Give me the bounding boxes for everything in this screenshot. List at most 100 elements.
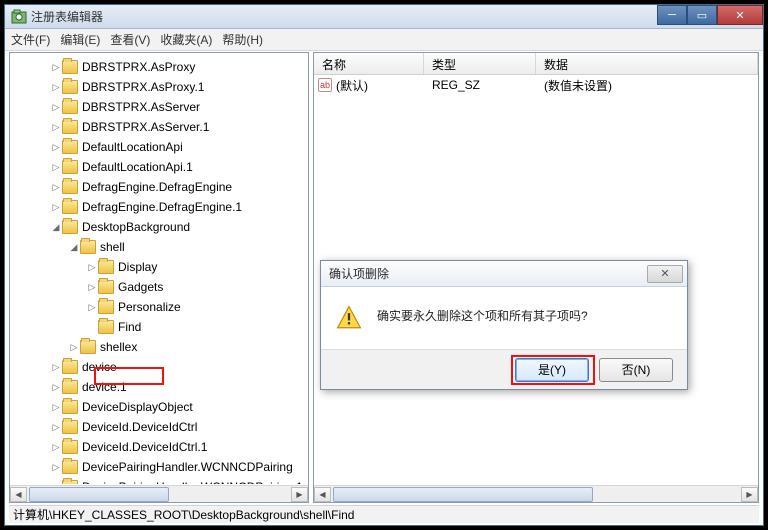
tree-item[interactable]: ◢ shell [10, 237, 308, 257]
expander-closed-icon[interactable]: ▷ [86, 303, 98, 312]
tree-item-label: Personalize [118, 300, 181, 314]
folder-icon [62, 380, 78, 394]
scroll-track[interactable] [27, 487, 291, 502]
folder-icon [62, 200, 78, 214]
menu-file[interactable]: 文件(F) [11, 31, 50, 48]
tree-item[interactable]: ▷ DBRSTPRX.AsServer [10, 97, 308, 117]
list-scrollbar-h[interactable]: ◀ ▶ [314, 485, 758, 502]
folder-icon [62, 180, 78, 194]
tree-item[interactable]: ▷ DefaultLocationApi.1 [10, 157, 308, 177]
folder-icon [62, 220, 78, 234]
list-row[interactable]: ab (默认) REG_SZ (数值未设置) [314, 75, 758, 95]
tree-item-label: DefragEngine.DefragEngine [82, 180, 232, 194]
tree-scrollbar-h[interactable]: ◀ ▶ [10, 485, 308, 502]
scroll-track[interactable] [331, 487, 741, 502]
scroll-right-button[interactable]: ▶ [741, 487, 758, 502]
tree-item[interactable]: ▷ DeviceDisplayObject [10, 397, 308, 417]
tree-item[interactable]: ▷DevicePairingHandler.WCNNCDPairing.1 [10, 477, 308, 484]
tree-item[interactable]: ▷ DefragEngine.DefragEngine [10, 177, 308, 197]
tree-item[interactable]: ▷shellex [10, 337, 308, 357]
menu-edit[interactable]: 编辑(E) [60, 31, 100, 48]
scroll-right-button[interactable]: ▶ [291, 487, 308, 502]
tree-item-label: Find [118, 320, 141, 334]
menu-help[interactable]: 帮助(H) [222, 31, 263, 48]
tree-item[interactable]: ▷DBRSTPRX.AsProxy [10, 57, 308, 77]
expander-closed-icon[interactable]: ▷ [50, 83, 62, 92]
expander-closed-icon[interactable]: ▷ [50, 423, 62, 432]
menu-view[interactable]: 查看(V) [110, 31, 150, 48]
expander-closed-icon[interactable]: ▷ [50, 203, 62, 212]
tree-item-label: DBRSTPRX.AsServer.1 [82, 120, 209, 134]
tree-pane: ▷DBRSTPRX.AsProxy▷DBRSTPRX.AsProxy.1▷DBR… [9, 52, 309, 503]
dialog-title: 确认项删除 [329, 265, 647, 282]
col-type[interactable]: 类型 [424, 53, 536, 74]
expander-closed-icon[interactable]: ▷ [86, 263, 98, 272]
expander-closed-icon[interactable]: ▷ [50, 163, 62, 172]
menu-favorites[interactable]: 收藏夹(A) [160, 31, 212, 48]
folder-icon [62, 400, 78, 414]
tree-item-label: DefragEngine.DefragEngine.1 [82, 200, 242, 214]
scroll-thumb[interactable] [29, 487, 169, 502]
expander-closed-icon[interactable]: ▷ [50, 103, 62, 112]
expander-closed-icon[interactable]: ▷ [50, 63, 62, 72]
yes-button[interactable]: 是(Y) [515, 358, 589, 382]
dialog-titlebar[interactable]: 确认项删除 ✕ [321, 261, 687, 287]
tree-item-label: device.1 [82, 380, 127, 394]
scroll-left-button[interactable]: ◀ [10, 487, 27, 502]
tree-item[interactable]: ▷ DefragEngine.DefragEngine.1 [10, 197, 308, 217]
tree-item[interactable]: ▷DBRSTPRX.AsProxy.1 [10, 77, 308, 97]
close-button[interactable]: ✕ [717, 5, 763, 25]
folder-icon [80, 340, 96, 354]
expander-closed-icon[interactable]: ▷ [50, 183, 62, 192]
tree-item[interactable]: ▷ Personalize [10, 297, 308, 317]
tree-item[interactable]: ▷ device.1 [10, 377, 308, 397]
statusbar: 计算机\HKEY_CLASSES_ROOT\DesktopBackground\… [9, 505, 759, 523]
tree-item-label: DeviceDisplayObject [82, 400, 193, 414]
list-header[interactable]: 名称 类型 数据 [314, 53, 758, 75]
tree-item-label: DevicePairingHandler.WCNNCDPairing [82, 460, 293, 474]
expander-closed-icon[interactable]: ▷ [50, 483, 62, 485]
tree-item[interactable]: ▷ DeviceId.DeviceIdCtrl [10, 417, 308, 437]
tree-item-label: DefaultLocationApi.1 [82, 160, 193, 174]
tree-item[interactable]: ▷Gadgets [10, 277, 308, 297]
expander-closed-icon[interactable]: ▷ [86, 283, 98, 292]
expander-closed-icon[interactable]: ▷ [50, 383, 62, 392]
tree-item-label: Display [118, 260, 157, 274]
expander-open-icon[interactable]: ◢ [68, 243, 80, 252]
col-name[interactable]: 名称 [314, 53, 424, 74]
app-icon [11, 9, 27, 25]
expander-closed-icon[interactable]: ▷ [50, 123, 62, 132]
expander-closed-icon[interactable]: ▷ [50, 463, 62, 472]
expander-closed-icon[interactable]: ▷ [50, 143, 62, 152]
tree-item-label: DBRSTPRX.AsServer [82, 100, 200, 114]
col-data[interactable]: 数据 [536, 53, 758, 74]
tree-item[interactable]: ▷DeviceId.DeviceIdCtrl.1 [10, 437, 308, 457]
tree-item[interactable]: ▷ DBRSTPRX.AsServer.1 [10, 117, 308, 137]
cell-data: (数值未设置) [536, 77, 758, 94]
expander-closed-icon[interactable]: ▷ [50, 443, 62, 452]
dialog-close-button[interactable]: ✕ [647, 265, 683, 283]
registry-tree[interactable]: ▷DBRSTPRX.AsProxy▷DBRSTPRX.AsProxy.1▷DBR… [10, 53, 308, 484]
no-button[interactable]: 否(N) [599, 358, 673, 382]
folder-icon [98, 280, 114, 294]
expander-open-icon[interactable]: ◢ [50, 223, 62, 232]
maximize-button[interactable]: ▭ [687, 5, 717, 25]
expander-closed-icon[interactable]: ▷ [68, 343, 80, 352]
expander-closed-icon[interactable]: ▷ [50, 403, 62, 412]
tree-item[interactable]: Find [10, 317, 308, 337]
folder-icon [62, 440, 78, 454]
tree-item-label: DeviceId.DeviceIdCtrl [82, 420, 197, 434]
minimize-button[interactable]: ─ [657, 5, 687, 25]
dialog-message: 确实要永久删除这个项和所有其子项吗? [377, 305, 588, 324]
scroll-left-button[interactable]: ◀ [314, 487, 331, 502]
scroll-thumb[interactable] [333, 487, 593, 502]
tree-item-label: shell [100, 240, 125, 254]
titlebar[interactable]: 注册表编辑器 ─ ▭ ✕ [5, 5, 763, 29]
folder-icon [62, 100, 78, 114]
tree-item[interactable]: ◢DesktopBackground [10, 217, 308, 237]
tree-item[interactable]: ▷ Display [10, 257, 308, 277]
expander-closed-icon[interactable]: ▷ [50, 363, 62, 372]
tree-item[interactable]: ▷ DevicePairingHandler.WCNNCDPairing [10, 457, 308, 477]
tree-item[interactable]: ▷device [10, 357, 308, 377]
tree-item[interactable]: ▷DefaultLocationApi [10, 137, 308, 157]
